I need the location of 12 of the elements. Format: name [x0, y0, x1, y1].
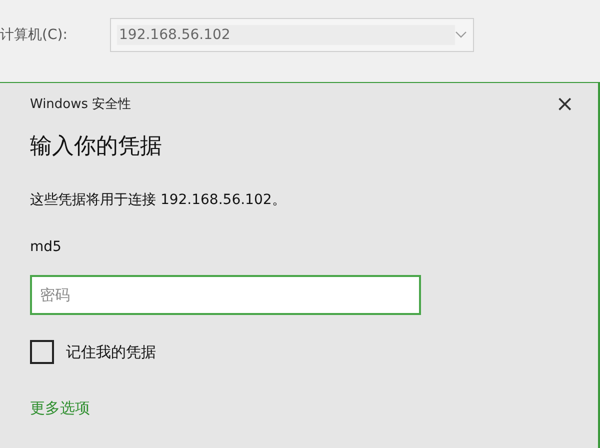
- close-button[interactable]: ×: [552, 92, 578, 116]
- chevron-icon: [455, 31, 467, 39]
- computer-label: 计算机(C):: [0, 26, 68, 45]
- dialog-title: Windows 安全性: [30, 96, 132, 113]
- remember-label: 记住我的凭据: [66, 342, 156, 362]
- username-text: md5: [30, 239, 62, 255]
- more-options-link[interactable]: 更多选项: [30, 399, 90, 418]
- dialog-heading: 输入你的凭据: [30, 133, 163, 161]
- password-field[interactable]: 密码: [30, 275, 421, 315]
- remember-checkbox[interactable]: [30, 340, 54, 364]
- computer-dropdown[interactable]: 192.168.56.102: [110, 18, 474, 52]
- connection-message: 这些凭据将用于连接 192.168.56.102。: [30, 191, 287, 209]
